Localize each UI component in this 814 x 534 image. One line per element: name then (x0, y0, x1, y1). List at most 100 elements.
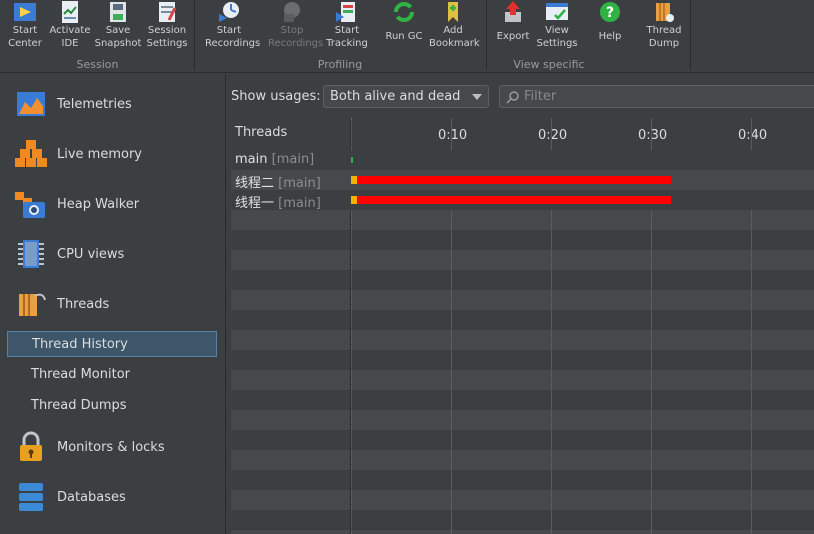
sidebar: Telemetries Live memory Heap Walker CPU … (0, 74, 226, 534)
run-gc-button[interactable]: Run GC (380, 0, 428, 56)
start-recordings-label-2: Recordings (205, 38, 261, 49)
empty-row (231, 430, 814, 450)
sidebar-subitem-thread-history[interactable]: Thread History (7, 331, 217, 357)
filter-input[interactable]: Filter (499, 85, 814, 108)
activate-ide-icon (62, 1, 78, 23)
thread-dump-button[interactable]: Thread Dump (640, 0, 688, 56)
start-center-button[interactable]: Start Center (1, 0, 49, 56)
empty-row (231, 210, 814, 230)
show-usages-label: Show usages: (231, 89, 321, 104)
empty-row (231, 310, 814, 330)
view-specific-group-label: View specific (513, 58, 585, 71)
empty-row (231, 230, 814, 250)
session-settings-button[interactable]: Session Settings (143, 0, 191, 56)
start-recordings-label: Start (216, 25, 242, 36)
telemetries-icon (17, 92, 45, 116)
heap-walker-icon (15, 192, 45, 218)
run-gc-label: Run GC (385, 31, 423, 42)
view-settings-button[interactable]: View Settings (533, 0, 581, 56)
sidebar-item-label: Heap Walker (57, 196, 140, 212)
save-snapshot-icon (110, 2, 126, 22)
chevron-down-icon (472, 94, 482, 100)
empty-row (231, 290, 814, 310)
session-settings-label: Session (147, 25, 187, 36)
thread-row-main[interactable]: main [main] (231, 150, 814, 170)
empty-row (231, 510, 814, 530)
empty-row (231, 390, 814, 410)
profiling-group: Start Recordings Stop Recordings Start T… (195, 0, 485, 73)
empty-row (231, 330, 814, 350)
thread-group: [main] (278, 176, 321, 191)
session-settings-icon (159, 2, 177, 22)
thread-running-bar (357, 176, 671, 184)
tick-label: 0:30 (638, 128, 668, 143)
sidebar-item-monitors-locks[interactable]: Monitors & locks (0, 425, 226, 469)
thread-running-bar (357, 196, 671, 204)
empty-row (231, 490, 814, 510)
thread-row-thread-1[interactable]: 线程一 [main] (231, 190, 814, 211)
stop-recordings-label-2: Recordings (268, 38, 324, 49)
start-tracking-icon (336, 2, 355, 22)
threads-icon (19, 293, 46, 316)
stop-recordings-label: Stop (280, 25, 304, 36)
cpu-icon (18, 240, 44, 268)
timeline-header: Threads 0:10 0:20 0:30 0:40 (231, 118, 814, 150)
sidebar-item-label: Threads (57, 296, 110, 312)
run-gc-icon (394, 2, 414, 22)
add-bookmark-label-2: Bookmark (429, 38, 480, 49)
activate-ide-button[interactable]: Activate IDE (46, 0, 94, 56)
toolbar-separator-3 (690, 0, 691, 70)
dropdown-value: Both alive and dead (330, 89, 461, 104)
export-button[interactable]: Export (489, 0, 537, 56)
main-toolbar: Start Center Activate IDE Save Snapshot … (0, 0, 814, 73)
thread-group: [main] (271, 152, 315, 167)
session-group: Start Center Activate IDE Save Snapshot … (0, 0, 195, 73)
add-bookmark-icon (448, 2, 458, 22)
sidebar-item-threads[interactable]: Threads (0, 282, 226, 326)
stop-recordings-button[interactable]: Stop Recordings (268, 0, 324, 56)
save-snapshot-label-2: Snapshot (94, 38, 142, 49)
save-snapshot-button[interactable]: Save Snapshot (94, 0, 142, 56)
start-tracking-button[interactable]: Start Tracking (323, 0, 371, 56)
start-recordings-button[interactable]: Start Recordings (205, 0, 261, 56)
thread-group: [main] (278, 196, 321, 211)
add-bookmark-label: Add (443, 25, 463, 36)
export-icon (505, 1, 521, 22)
help-button[interactable]: ? Help (586, 0, 634, 56)
empty-row (231, 270, 814, 290)
view-settings-label: View (545, 25, 569, 36)
start-tracking-label-2: Tracking (326, 38, 368, 49)
thread-timeline[interactable]: Threads 0:10 0:20 0:30 0:40 main [main] … (231, 118, 814, 534)
session-group-label: Session (76, 58, 119, 71)
sidebar-subitem-thread-monitor[interactable]: Thread Monitor (7, 362, 217, 388)
sidebar-item-cpu-views[interactable]: CPU views (0, 232, 226, 276)
sidebar-subitem-thread-dumps[interactable]: Thread Dumps (7, 393, 217, 419)
view-settings-label-2: Settings (536, 38, 578, 49)
add-bookmark-button[interactable]: Add Bookmark (429, 0, 480, 56)
show-usages-dropdown[interactable]: Both alive and dead (323, 85, 489, 108)
database-icon (19, 483, 43, 511)
help-label: Help (598, 31, 622, 42)
start-tracking-label: Start (334, 25, 360, 36)
thread-history-panel: Show usages: Both alive and dead Filter … (227, 74, 814, 534)
empty-row (231, 370, 814, 390)
lock-icon (20, 431, 42, 461)
start-recordings-icon (219, 2, 239, 22)
sidebar-item-label: Databases (57, 489, 126, 505)
thread-dump-label-2: Dump (648, 38, 680, 49)
sidebar-item-telemetries[interactable]: Telemetries (0, 82, 226, 126)
start-center-label-2: Center (8, 38, 42, 49)
svg-text:?: ? (606, 5, 614, 21)
sidebar-item-live-memory[interactable]: Live memory (0, 132, 226, 176)
empty-row (231, 250, 814, 270)
sidebar-item-heap-walker[interactable]: Heap Walker (0, 182, 226, 226)
sidebar-item-databases[interactable]: Databases (0, 475, 226, 519)
activate-ide-label: Activate (49, 25, 91, 36)
thread-name: main [main] (235, 152, 315, 167)
export-label: Export (496, 31, 530, 42)
tick-label: 0:10 (438, 128, 468, 143)
help-icon: ? (600, 2, 620, 22)
thread-row-thread-2[interactable]: 线程二 [main] (231, 170, 814, 191)
thread-dump-icon (656, 3, 674, 22)
filter-placeholder: Filter (524, 89, 557, 104)
